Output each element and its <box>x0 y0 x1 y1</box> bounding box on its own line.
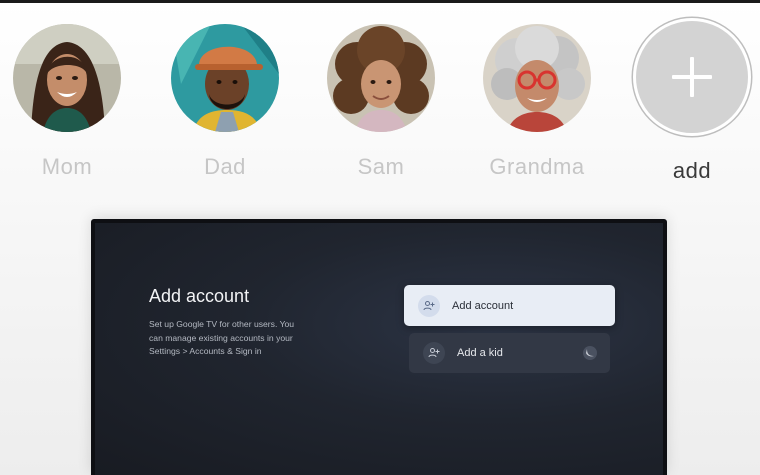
profile-dad[interactable]: Dad <box>155 24 295 180</box>
add-kid-option-label: Add a kid <box>457 347 503 359</box>
dialog-description-line: Set up Google TV for other users. You <box>149 319 295 329</box>
profile-name-grandma: Grandma <box>489 154 585 179</box>
plus-icon <box>672 57 712 97</box>
profile-sam[interactable]: Sam <box>311 24 451 180</box>
dialog-description-line: can manage existing accounts in your <box>149 332 293 343</box>
avatar-sam <box>327 24 435 132</box>
profile-selector-row: Mom Dad Sam Grandma add <box>0 0 760 200</box>
profile-grandma[interactable]: Grandma <box>467 24 607 180</box>
dialog-description: Set up Google TV for other users. You ca… <box>149 318 319 359</box>
kid-badge-icon <box>582 345 598 361</box>
add-account-option[interactable]: Add account <box>404 285 615 326</box>
avatar-grandma <box>483 24 591 132</box>
add-profile-circle[interactable] <box>633 18 751 136</box>
profile-name-mom: Mom <box>41 154 93 179</box>
add-profile-button[interactable]: add <box>622 18 760 184</box>
avatar-mom <box>13 24 121 132</box>
tv-screen: Add account Set up Google TV for other u… <box>95 223 663 475</box>
profile-mom[interactable]: Mom <box>0 24 137 180</box>
person-add-icon <box>423 342 445 364</box>
add-account-option-label: Add account <box>452 299 514 312</box>
dialog-description-line: Settings > Accounts & Sign in <box>149 346 262 356</box>
profile-name-sam: Sam <box>357 154 405 179</box>
profile-name-dad: Dad <box>204 154 246 179</box>
add-kid-option[interactable]: Add a kid <box>409 333 610 373</box>
avatar-dad <box>171 24 279 132</box>
tv-frame: Add account Set up Google TV for other u… <box>91 219 667 475</box>
person-add-icon <box>418 294 440 317</box>
add-profile-label: add <box>672 158 712 183</box>
dialog-title: Add account <box>149 286 250 306</box>
